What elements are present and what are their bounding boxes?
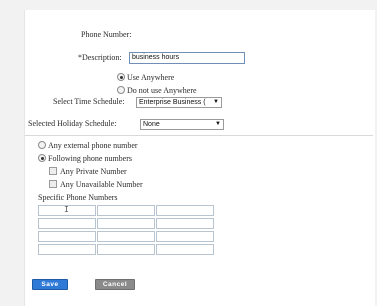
i-beam-cursor-icon: I xyxy=(64,205,69,214)
chevron-down-icon: ▼ xyxy=(215,121,221,127)
holiday-schedule-label: Selected Holiday Schedule: xyxy=(28,119,117,128)
use-anywhere-label: Use Anywhere xyxy=(127,73,175,82)
section-divider xyxy=(25,135,373,136)
following-numbers-label: Following phone numbers xyxy=(48,154,132,163)
any-unavailable-checkbox[interactable] xyxy=(49,180,57,188)
specific-number-input[interactable] xyxy=(38,244,96,255)
any-private-checkbox[interactable] xyxy=(49,167,57,175)
use-anywhere-radio[interactable] xyxy=(117,73,125,81)
chevron-down-icon: ▼ xyxy=(213,99,219,105)
specific-number-input[interactable] xyxy=(97,205,155,216)
description-input[interactable]: business hours xyxy=(129,52,245,64)
use-anywhere-option[interactable]: Use Anywhere xyxy=(117,73,174,82)
any-external-option[interactable]: Any external phone number xyxy=(38,141,138,150)
cancel-button[interactable]: Cancel xyxy=(95,279,135,290)
following-numbers-radio[interactable] xyxy=(38,154,46,162)
description-label: *Description: xyxy=(78,53,122,62)
do-not-use-anywhere-option[interactable]: Do not use Anywhere xyxy=(117,86,197,95)
time-schedule-select[interactable]: Enterprise Business ( ▼ xyxy=(136,97,222,108)
save-button[interactable]: Save xyxy=(32,279,68,290)
holiday-schedule-value: None xyxy=(143,121,160,128)
following-numbers-option[interactable]: Following phone numbers xyxy=(38,154,132,163)
any-external-radio[interactable] xyxy=(38,141,46,149)
time-schedule-value: Enterprise Business ( xyxy=(139,99,206,106)
phone-number-label: Phone Number: xyxy=(81,30,132,39)
specific-numbers-label: Specific Phone Numbers xyxy=(38,193,118,202)
holiday-schedule-select[interactable]: None ▼ xyxy=(140,119,224,130)
specific-number-input[interactable] xyxy=(156,231,214,242)
specific-number-input[interactable] xyxy=(38,231,96,242)
do-not-use-anywhere-label: Do not use Anywhere xyxy=(127,86,197,95)
any-private-option[interactable]: Any Private Number xyxy=(49,167,127,176)
do-not-use-anywhere-radio[interactable] xyxy=(117,86,125,94)
specific-number-input[interactable] xyxy=(97,231,155,242)
time-schedule-label: Select Time Schedule: xyxy=(53,97,125,106)
specific-number-input[interactable] xyxy=(156,205,214,216)
any-private-label: Any Private Number xyxy=(60,167,127,176)
specific-number-input[interactable] xyxy=(38,218,96,229)
specific-number-input[interactable] xyxy=(97,244,155,255)
any-external-label: Any external phone number xyxy=(48,141,138,150)
any-unavailable-option[interactable]: Any Unavailable Number xyxy=(49,180,143,189)
specific-number-input[interactable] xyxy=(97,218,155,229)
specific-number-input[interactable] xyxy=(156,218,214,229)
any-unavailable-label: Any Unavailable Number xyxy=(60,180,143,189)
specific-number-input[interactable] xyxy=(156,244,214,255)
